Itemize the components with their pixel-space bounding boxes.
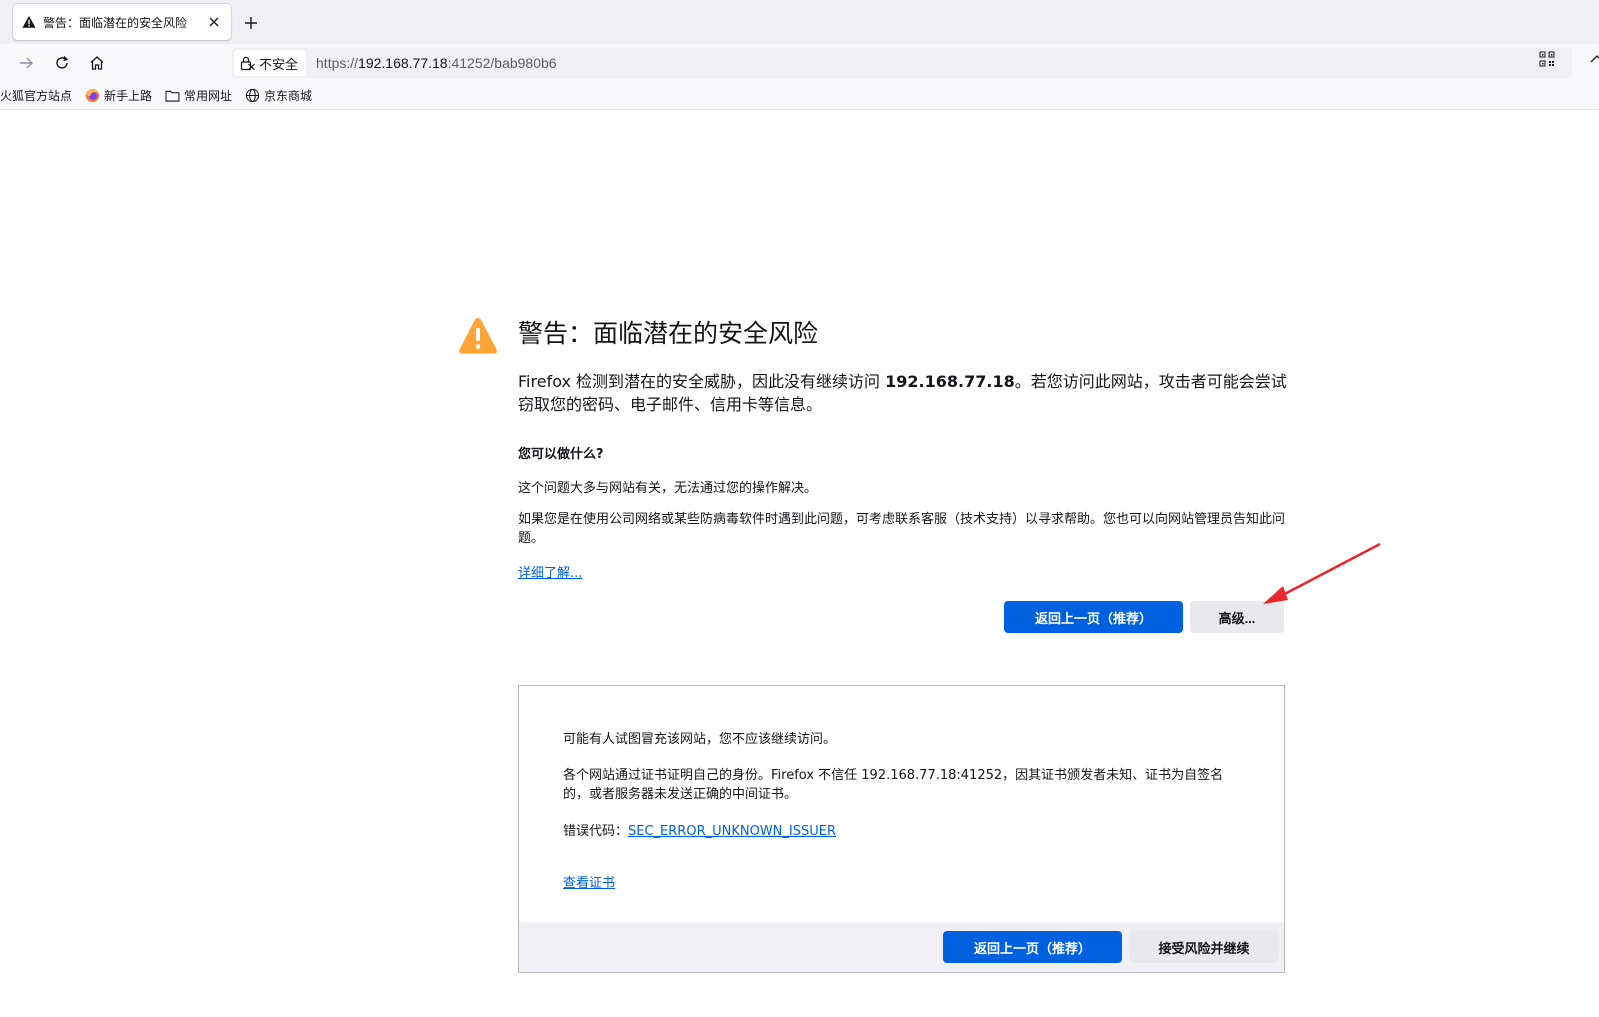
intro-host: 192.168.77.18 bbox=[885, 372, 1015, 391]
error-intro: Firefox 检测到潜在的安全威胁，因此没有继续访问 192.168.77.1… bbox=[518, 370, 1288, 416]
learn-more-link[interactable]: 详细了解... bbox=[518, 562, 582, 581]
advanced-panel-footer: 返回上一页（推荐） 接受风险并继续 bbox=[519, 922, 1284, 972]
advanced-panel: 可能有人试图冒充该网站，您不应该继续访问。 各个网站通过证书证明自己的身份。Fi… bbox=[518, 685, 1285, 973]
error-code-link[interactable]: SEC_ERROR_UNKNOWN_ISSUER bbox=[628, 824, 836, 839]
annotation-arrow bbox=[1263, 542, 1381, 604]
intro-prefix: Firefox 检测到潜在的安全威胁，因此没有继续访问 bbox=[518, 372, 886, 391]
lock-insecure-icon bbox=[240, 56, 255, 71]
extensions-icon[interactable] bbox=[1589, 52, 1599, 68]
arrow-right-icon bbox=[20, 57, 33, 69]
url-host: 192.168.77.18 bbox=[358, 55, 448, 71]
bookmark-label: 京东商城 bbox=[264, 89, 313, 103]
view-certificate-line: 查看证书 bbox=[563, 874, 615, 893]
accept-risk-button[interactable]: 接受风险并继续 bbox=[1129, 931, 1279, 963]
warning-icon bbox=[21, 14, 37, 30]
qr-code-button[interactable] bbox=[1539, 51, 1555, 67]
security-label: 不安全 bbox=[259, 57, 299, 73]
bookmarks-toolbar: 火狐官方站点 新手上路 常用网址 京东商城 bbox=[0, 82, 1599, 110]
folder-icon bbox=[164, 88, 180, 104]
explanation-text: 这个问题大多与网站有关，无法通过您的操作解决。 bbox=[518, 481, 818, 496]
bookmark-item[interactable]: 京东商城 bbox=[244, 87, 312, 104]
go-back-button[interactable]: 返回上一页（推荐） bbox=[1004, 601, 1183, 633]
qr-code-icon bbox=[1539, 51, 1555, 67]
bookmark-label: 新手上路 bbox=[104, 89, 153, 103]
url-path: :41252/bab980b6 bbox=[447, 55, 557, 71]
reload-button[interactable] bbox=[50, 51, 74, 75]
new-tab-button[interactable] bbox=[240, 12, 262, 34]
bookmark-folder[interactable]: 常用网址 bbox=[164, 87, 232, 104]
home-button[interactable] bbox=[85, 51, 109, 75]
error-code-label: 错误代码： bbox=[563, 824, 629, 839]
url-scheme: https:// bbox=[316, 55, 359, 71]
tab-strip: 警告：面临潜在的安全风险 bbox=[0, 0, 1599, 44]
firefox-icon bbox=[84, 88, 100, 104]
forward-button[interactable] bbox=[14, 51, 38, 75]
error-code-line: 错误代码：SEC_ERROR_UNKNOWN_ISSUER bbox=[563, 822, 836, 841]
tab-active[interactable]: 警告：面临潜在的安全风险 bbox=[13, 4, 231, 40]
warning-triangle-icon bbox=[458, 316, 498, 356]
help-text: 如果您是在使用公司网络或某些防病毒软件时遇到此问题，可考虑联系客服（技术支持）以… bbox=[518, 512, 1286, 546]
reload-icon bbox=[56, 56, 69, 69]
bookmark-label: 火狐官方站点 bbox=[0, 89, 73, 103]
globe-icon bbox=[244, 88, 260, 104]
site-security-button[interactable]: 不安全 bbox=[234, 50, 307, 76]
close-icon[interactable] bbox=[205, 13, 223, 31]
advanced-warning-text: 可能有人试图冒充该网站，您不应该继续访问。 bbox=[563, 732, 837, 747]
go-back-button-secondary[interactable]: 返回上一页（推荐） bbox=[943, 931, 1122, 963]
bookmark-item[interactable]: 火狐官方站点 bbox=[0, 87, 72, 104]
tab-title: 警告：面临潜在的安全风险 bbox=[43, 15, 188, 30]
url-bar[interactable]: 不安全 https://192.168.77.18:41252/bab980b6 bbox=[232, 48, 1572, 78]
navigation-toolbar: 不安全 https://192.168.77.18:41252/bab980b6 bbox=[0, 44, 1599, 82]
page-title: 警告：面临潜在的安全风险 bbox=[518, 319, 819, 348]
url-text[interactable]: https://192.168.77.18:41252/bab980b6 bbox=[316, 55, 557, 71]
home-icon bbox=[90, 56, 104, 70]
what-can-you-do-heading: 您可以做什么? bbox=[518, 447, 604, 462]
bookmark-item[interactable]: 新手上路 bbox=[84, 87, 152, 104]
view-certificate-link[interactable]: 查看证书 bbox=[563, 876, 615, 891]
bookmark-label: 常用网址 bbox=[184, 89, 233, 103]
certificate-explanation: 各个网站通过证书证明自己的身份。Firefox 不信任 192.168.77.1… bbox=[563, 768, 1224, 802]
